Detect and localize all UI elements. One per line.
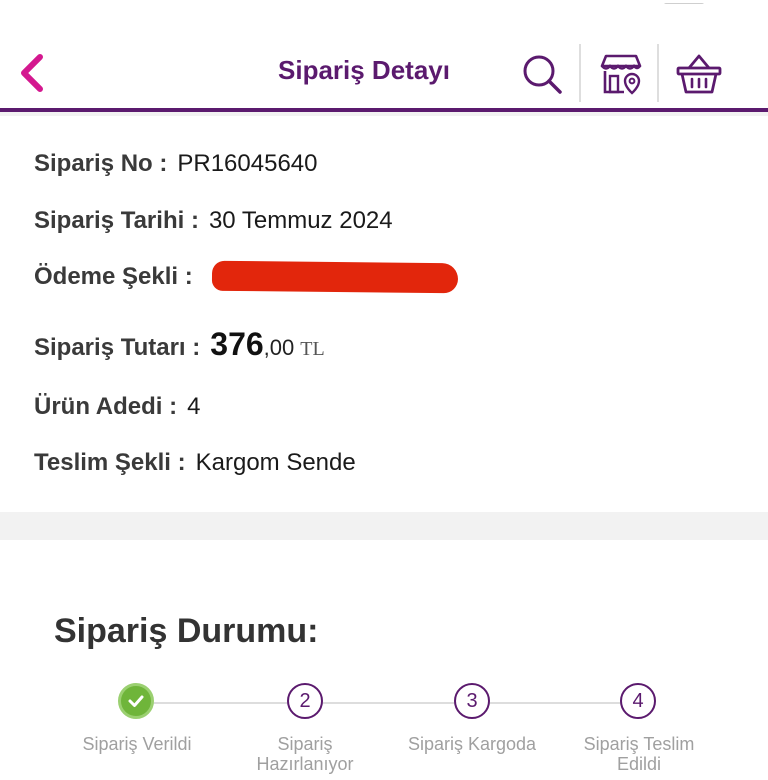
order-number-value: PR16045640 <box>177 150 318 177</box>
payment-method-row: Ödeme Şekli : <box>34 263 203 291</box>
status-bar <box>0 0 768 10</box>
item-count-label: Ürün Adedi : <box>34 393 178 420</box>
store-locator-button[interactable] <box>595 48 647 100</box>
order-number-label: Sipariş No : <box>34 150 168 177</box>
chevron-left-icon <box>21 54 43 92</box>
order-amount-row: Sipariş Tutarı : 376 ,00 TL <box>34 326 325 363</box>
order-amount-decimal: ,00 <box>263 335 295 360</box>
step-2-circle: 2 <box>287 683 323 719</box>
step-4-label: Sipariş Teslim Edildi <box>583 734 695 774</box>
search-button[interactable] <box>516 48 568 100</box>
item-count-row: Ürün Adedi : 4 <box>34 393 200 421</box>
delivery-method-row: Teslim Şekli : Kargom Sende <box>34 449 356 477</box>
step-1-label: Sipariş Verildi <box>82 734 192 754</box>
step-2-label: Sipariş Hazırlanıyor <box>256 734 354 774</box>
step-4-circle: 4 <box>620 683 656 719</box>
payment-method-label: Ödeme Şekli : <box>34 263 193 290</box>
step-1-circle <box>118 683 154 719</box>
step-3-label: Sipariş Kargoda <box>407 734 537 754</box>
delivery-method-label: Teslim Şekli : <box>34 449 186 476</box>
status-track-line <box>136 702 638 704</box>
order-status-title: Sipariş Durumu: <box>54 612 319 650</box>
delivery-method-value: Kargom Sende <box>195 449 356 476</box>
search-icon <box>523 55 562 94</box>
order-amount-currency: TL <box>300 338 325 360</box>
step-3-circle: 3 <box>454 683 490 719</box>
order-amount-integer: 376 <box>210 326 264 362</box>
order-date-value: 30 Temmuz 2024 <box>208 207 393 234</box>
header-divider <box>579 44 581 102</box>
check-icon <box>128 695 144 707</box>
order-amount-label: Sipariş Tutarı : <box>34 334 201 361</box>
back-button[interactable] <box>14 50 50 96</box>
order-status-card: Sipariş Durumu: Sipariş Verildi 2 Sipari… <box>0 540 768 780</box>
store-location-icon <box>600 54 642 95</box>
order-date-row: Sipariş Tarihi : 30 Temmuz 2024 <box>34 207 393 235</box>
payment-method-redaction <box>211 260 459 294</box>
page-title: Sipariş Detayı <box>278 55 450 85</box>
order-date-label: Sipariş Tarihi : <box>34 207 199 234</box>
order-number-row: Sipariş No : PR16045640 <box>34 150 317 178</box>
header-divider <box>657 44 659 102</box>
basket-icon <box>676 54 722 94</box>
basket-button[interactable] <box>673 48 725 100</box>
item-count-value: 4 <box>187 393 201 420</box>
app-header: Sipariş Detayı <box>0 0 768 112</box>
